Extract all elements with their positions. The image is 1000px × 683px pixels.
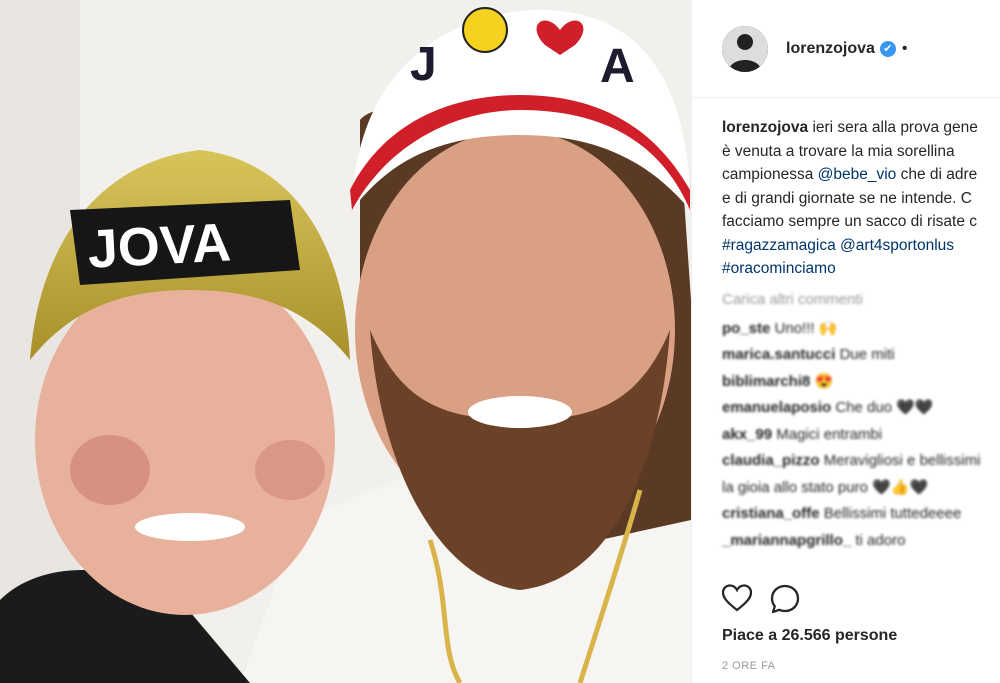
post-caption: lorenzojova ieri sera alla prova gene è …: [692, 98, 1000, 281]
list-item: akx_99 Magici entrambi: [722, 425, 883, 443]
caption-line-3b: che di adre: [896, 166, 978, 183]
right-cap-letter-a: A: [600, 40, 635, 93]
caption-line-2: è venuta a trovare la mia sorellina: [722, 142, 955, 160]
list-item: marica.santucci Due miti: [722, 346, 895, 363]
post-photo[interactable]: J A JOVA: [0, 0, 691, 683]
header-dot: •: [901, 39, 908, 57]
heart-icon[interactable]: [721, 584, 753, 619]
list-item: po_ste Uno!!! 🙌: [722, 319, 838, 337]
mention-art4sportonlus[interactable]: @art4sportonlus: [840, 237, 954, 254]
list-item: biblimarchi8 😍: [722, 372, 834, 390]
verified-icon: ✔: [879, 40, 896, 57]
comment-icon[interactable]: [770, 584, 800, 619]
list-item: cristiana_offe Bellissimi tuttedeeee: [722, 505, 962, 522]
right-cap-letter-j: J: [410, 38, 437, 91]
list-item: la gioia allo stato puro 🖤👍🖤: [722, 478, 929, 496]
load-more-comments[interactable]: Carica altri commenti: [692, 281, 1000, 308]
caption-line-3a: campionessa: [722, 166, 818, 183]
hashtag-ragazzamagica[interactable]: #ragazzamagica: [722, 237, 836, 254]
caption-line-5: facciamo sempre un sacco di risate c: [722, 213, 977, 230]
post-header: lorenzojova ✔ •: [692, 0, 1000, 98]
caption-line-1: ieri sera alla prova gene: [808, 119, 978, 136]
list-item: claudia_pizzo Meravigliosi e bellissimi: [722, 452, 981, 469]
post-timestamp: 2 ORE FA: [722, 660, 776, 672]
caption-author[interactable]: lorenzojova: [722, 119, 808, 136]
header-username[interactable]: lorenzojova: [786, 40, 875, 58]
mention-bebe-vio[interactable]: @bebe_vio: [818, 166, 897, 183]
likes-count[interactable]: Piace a 26.566 persone: [722, 627, 897, 645]
caption-line-4: e di grandi giornate se ne intende. C: [722, 189, 972, 207]
left-cap-text: JOVA: [86, 212, 232, 279]
post-sidebar: lorenzojova ✔ • lorenzojova ieri sera al…: [691, 0, 1000, 683]
avatar[interactable]: [722, 25, 768, 72]
comment-list: po_ste Uno!!! 🙌 marica.santucci Due miti…: [692, 308, 1000, 555]
list-item: emanuelaposio Che duo 🖤🖤: [722, 399, 934, 416]
list-item: _mariannapgrillo_ ti adoro: [722, 531, 906, 549]
action-bar: [721, 584, 800, 619]
hashtag-oracominciamo[interactable]: #oracominciamo: [722, 260, 836, 277]
